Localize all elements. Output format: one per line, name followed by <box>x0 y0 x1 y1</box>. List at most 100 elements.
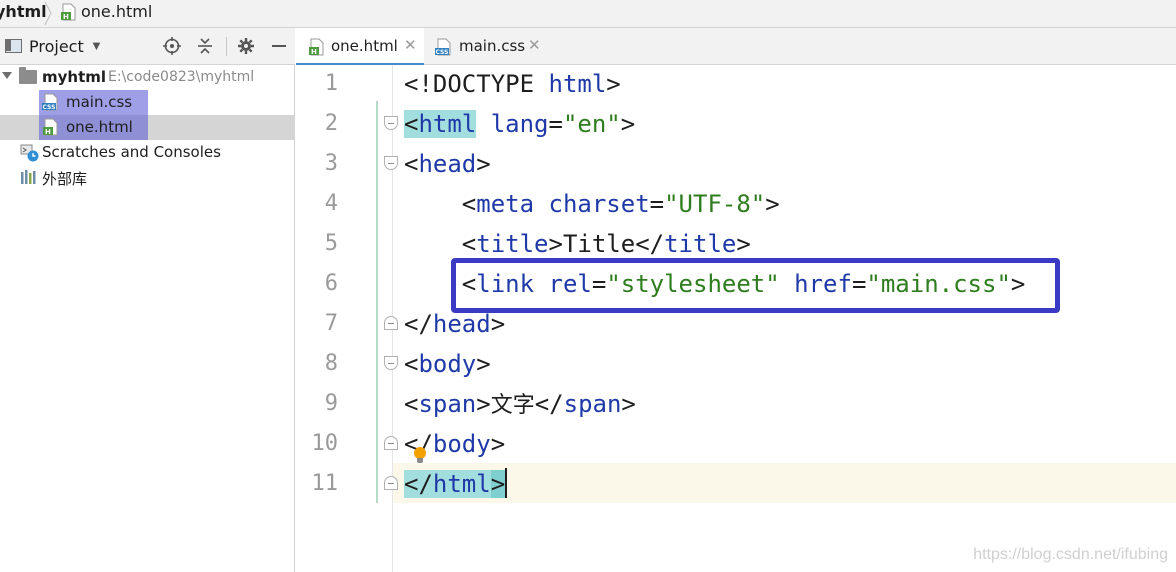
code-token: > <box>620 110 636 138</box>
line-number: 8 <box>324 351 338 376</box>
code-token: > <box>476 150 491 178</box>
code-token: < <box>404 190 477 218</box>
code-token: > <box>476 350 491 378</box>
code-token: meta <box>476 190 535 218</box>
line-number: 2 <box>324 111 338 136</box>
project-panel-header: Project ▼ <box>0 28 295 65</box>
breadcrumb: yhtml H one.html <box>0 0 1176 28</box>
chevron-down-icon[interactable]: ▼ <box>90 38 103 53</box>
code-token: span <box>563 390 622 418</box>
tab-main-css[interactable]: CSS main.css ✕ <box>425 28 549 65</box>
project-panel-icon <box>5 39 22 53</box>
tree-row-root[interactable]: myhtml E:\code0823\myhtml <box>0 65 295 90</box>
code-token: </ <box>534 390 564 418</box>
code-token: > <box>606 70 621 98</box>
svg-text:H: H <box>311 48 317 56</box>
fold-marker-icon[interactable] <box>384 436 398 450</box>
code-token: title <box>664 230 737 258</box>
code-token: html <box>418 110 477 138</box>
tree-row-main-css[interactable]: CSS main.css <box>0 90 295 115</box>
css-file-icon: CSS <box>435 38 453 56</box>
code-token: </ <box>404 310 433 338</box>
css-file-icon: CSS <box>42 93 60 111</box>
tab-one-html[interactable]: H one.html ✕ <box>296 28 424 66</box>
code-token: > <box>490 430 506 458</box>
line-number: 1 <box>324 71 338 96</box>
code-line[interactable]: <body> <box>404 345 491 385</box>
code-token: > <box>736 230 751 258</box>
code-line[interactable]: <html lang="en"> <box>404 105 635 145</box>
code-token: <!DOCTYPE <box>404 70 549 98</box>
code-token: head <box>432 310 491 338</box>
code-token: < <box>404 390 419 418</box>
code-token: "en" <box>562 110 621 138</box>
html-file-icon: H <box>60 3 78 26</box>
scratches-label: Scratches and Consoles <box>42 143 221 161</box>
code-token: head <box>418 150 477 178</box>
library-icon <box>20 169 38 187</box>
header-divider <box>226 37 227 56</box>
code-token: < <box>404 150 419 178</box>
watermark: https://blog.csdn.net/ifubing <box>973 546 1168 563</box>
collapse-icon[interactable] <box>194 35 216 57</box>
code-token: > <box>476 390 491 418</box>
line-number: 3 <box>324 151 338 176</box>
lightbulb-icon[interactable] <box>414 447 426 463</box>
code-token: = <box>649 190 665 218</box>
code-token: > <box>765 190 780 218</box>
editor-gutter: 1 2 3 4 5 6 7 8 9 10 11 <box>296 65 398 572</box>
code-editor[interactable]: 1 2 3 4 5 6 7 8 9 10 11 <!DOCTYPE html> <html lang=… <box>296 65 1176 572</box>
code-token: title <box>476 230 549 258</box>
code-token: lang <box>490 110 549 138</box>
project-panel: Project ▼ myhtml E:\code0823\myhtml CSS <box>0 28 295 572</box>
code-line[interactable]: </html> <box>404 465 508 505</box>
fold-guide <box>376 101 378 503</box>
code-line[interactable]: <span>文字</span> <box>404 385 636 425</box>
line-number: 9 <box>324 391 338 416</box>
tree-row-scratches[interactable]: Scratches and Consoles <box>0 140 295 165</box>
line-number: 7 <box>324 311 338 336</box>
code-token: </ <box>404 470 433 498</box>
code-token: "UTF-8" <box>664 190 766 218</box>
code-line[interactable]: <head> <box>404 145 491 185</box>
svg-text:H: H <box>63 13 69 21</box>
code-token: = <box>548 110 563 138</box>
crosshair-icon[interactable] <box>161 35 183 57</box>
breadcrumb-separator-icon <box>44 1 52 26</box>
code-line[interactable]: <!DOCTYPE html> <box>404 65 621 105</box>
fold-marker-icon[interactable] <box>384 356 398 370</box>
breadcrumb-file[interactable]: one.html <box>81 2 152 21</box>
file-name: main.css <box>66 93 133 111</box>
expand-arrow-icon[interactable] <box>2 72 12 79</box>
code-token: html <box>432 470 491 498</box>
tree-row-external-libraries[interactable]: 外部库 <box>0 165 295 190</box>
code-token: charset <box>548 190 650 218</box>
line-number: 5 <box>324 231 338 256</box>
tree-row-one-html[interactable]: H one.html <box>0 115 295 140</box>
fold-marker-icon[interactable] <box>384 316 398 330</box>
editor-tab-bar: H one.html ✕ CSS main.css ✕ <box>296 28 1176 66</box>
code-line[interactable]: <meta charset="UTF-8"> <box>404 185 780 225</box>
line-number: 4 <box>324 191 338 216</box>
line-number: 10 <box>311 431 339 456</box>
folder-icon <box>19 67 37 84</box>
breadcrumb-project[interactable]: yhtml <box>0 2 47 21</box>
code-token: >Title</ <box>548 230 665 258</box>
close-icon[interactable]: ✕ <box>528 36 541 54</box>
gear-icon[interactable] <box>235 35 257 57</box>
fold-marker-icon[interactable] <box>384 116 398 130</box>
html-file-icon: H <box>308 38 326 56</box>
close-icon[interactable]: ✕ <box>404 36 417 54</box>
code-token: < <box>404 350 419 378</box>
project-view-title[interactable]: Project <box>29 37 84 56</box>
tab-label: main.css <box>459 37 526 55</box>
minimize-icon[interactable] <box>268 35 290 57</box>
line-number: 11 <box>311 471 339 496</box>
code-token: < <box>404 230 477 258</box>
external-libraries-label: 外部库 <box>42 170 88 188</box>
scratches-icon <box>20 143 39 162</box>
fold-marker-icon[interactable] <box>384 476 398 490</box>
fold-marker-icon[interactable] <box>384 156 398 170</box>
